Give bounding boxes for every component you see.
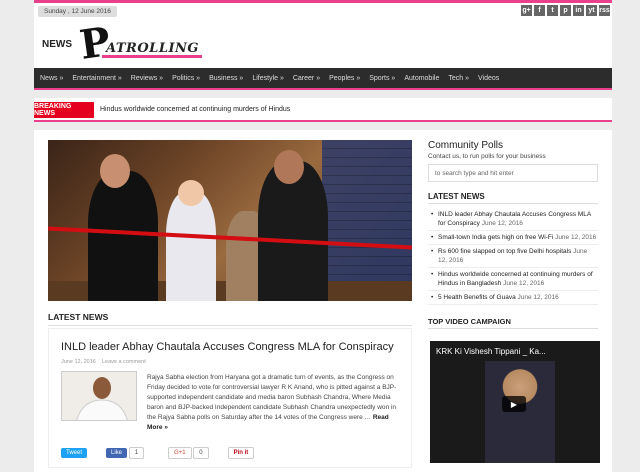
nav-item-entertainment[interactable]: Entertainment »	[72, 75, 121, 82]
hero-person-left	[88, 171, 158, 301]
youtube-icon[interactable]: yt	[586, 5, 597, 16]
rss-icon[interactable]: rss	[599, 5, 610, 16]
google-plus-group: G+1 0	[163, 447, 214, 459]
google-plus-button[interactable]: G+1	[168, 447, 192, 459]
community-polls-title: Community Polls	[428, 140, 504, 151]
sidebar-latest-heading: LATEST NEWS	[428, 192, 598, 204]
twitter-icon[interactable]: t	[547, 5, 558, 16]
hero-background-wall	[322, 140, 412, 301]
hero-face-left	[100, 154, 130, 188]
article-comment-link[interactable]: Leave a comment	[102, 359, 146, 365]
news-item-title: Small-town India gets high on free Wi-Fi	[438, 234, 554, 241]
share-bar: Tweet Like 1 G+1 0 Pin it	[61, 447, 255, 459]
breaking-news-label: BREAKING NEWS	[34, 102, 94, 118]
nav-item-sports[interactable]: Sports »	[369, 75, 395, 82]
list-item[interactable]: Small-town India gets high on free Wi-Fi…	[428, 231, 598, 245]
nav-item-lifestyle[interactable]: Lifestyle »	[252, 75, 284, 82]
search-input[interactable]: to search type and hit enter	[428, 164, 598, 182]
linkedin-icon[interactable]: in	[573, 5, 584, 16]
sidebar: Community Polls Contact us, to run polls…	[428, 140, 598, 329]
facebook-like-group: Like 1	[101, 447, 149, 459]
logo-underline	[102, 55, 202, 58]
nav-item-reviews[interactable]: Reviews »	[131, 75, 163, 82]
pinterest-icon[interactable]: p	[560, 5, 571, 16]
article-title[interactable]: INLD leader Abhay Chautala Accuses Congr…	[61, 341, 394, 353]
list-item[interactable]: INLD leader Abhay Chautala Accuses Congr…	[428, 208, 598, 231]
news-item-date: June 12, 2016	[555, 234, 597, 241]
nav-item-tech[interactable]: Tech »	[448, 75, 469, 82]
breaking-news-headline[interactable]: Hindus worldwide concerned at continuing…	[100, 106, 290, 113]
nav-item-business[interactable]: Business »	[209, 75, 243, 82]
play-icon[interactable]: ▶	[502, 396, 526, 412]
news-item-title: Rs 600 fine slapped on top five Delhi ho…	[438, 248, 572, 255]
main-content: LATEST NEWS INLD leader Abhay Chautala A…	[34, 130, 612, 472]
thumbnail-person-graphic	[62, 372, 136, 420]
main-nav: News » Entertainment » Reviews » Politic…	[34, 68, 612, 90]
site-logo[interactable]: NEWS P ATROLLING	[42, 18, 212, 69]
list-item[interactable]: 5 Health Benefits of Guava June 12, 2016	[428, 291, 598, 305]
list-item[interactable]: Rs 600 fine slapped on top five Delhi ho…	[428, 245, 598, 268]
google-plus-icon[interactable]: g+	[521, 5, 532, 16]
logo-patrolling-text: ATROLLING	[106, 41, 200, 56]
article-meta: June 12, 2016 Leave a comment	[61, 359, 146, 365]
pin-it-button[interactable]: Pin it	[227, 447, 255, 459]
video-player[interactable]: KRK Ki Vishesh Tippani _ Ka... ▶	[430, 341, 600, 463]
top-bar: Sunday , 12 June 2016 g+ f t p in yt rss	[34, 0, 612, 18]
nav-item-career[interactable]: Career »	[293, 75, 320, 82]
logo-news-text: NEWS	[42, 39, 72, 50]
news-item-date: June 12, 2016	[481, 220, 523, 227]
site-header: NEWS P ATROLLING	[34, 18, 612, 69]
list-item[interactable]: Hindus worldwide concerned at continuing…	[428, 268, 598, 291]
hero-face-child	[178, 180, 204, 206]
nav-item-peoples[interactable]: Peoples »	[329, 75, 360, 82]
article-date: June 12, 2016	[61, 359, 96, 365]
nav-item-politics[interactable]: Politics »	[172, 75, 200, 82]
video-thumbnail-person	[485, 361, 555, 463]
article-excerpt-text: Rajya Sabha election from Haryana got a …	[147, 374, 397, 421]
video-campaign-heading: TOP VIDEO CAMPAIGN	[428, 317, 598, 329]
sidebar-news-list: INLD leader Abhay Chautala Accuses Congr…	[428, 208, 598, 305]
like-button[interactable]: Like	[106, 448, 128, 458]
facebook-icon[interactable]: f	[534, 5, 545, 16]
like-count: 1	[128, 447, 145, 459]
google-plus-count: 0	[193, 447, 209, 459]
news-item-title: 5 Health Benefits of Guava	[438, 294, 516, 301]
news-item-date: June 12, 2016	[503, 280, 545, 287]
video-title[interactable]: KRK Ki Vishesh Tippani _ Ka...	[436, 347, 546, 356]
nav-item-news[interactable]: News »	[40, 75, 63, 82]
social-links: g+ f t p in yt rss	[521, 5, 610, 16]
nav-item-automobile[interactable]: Automobile	[404, 75, 439, 82]
hero-face-right	[274, 150, 304, 184]
article-excerpt: Rajya Sabha election from Haryana got a …	[147, 373, 405, 433]
hero-child	[166, 191, 216, 301]
news-item-date: June 12, 2016	[517, 294, 559, 301]
article-card: INLD leader Abhay Chautala Accuses Congr…	[48, 328, 412, 468]
latest-news-heading: LATEST NEWS	[48, 312, 412, 326]
breaking-news-bar: BREAKING NEWS Hindus worldwide concerned…	[34, 98, 612, 122]
tweet-button[interactable]: Tweet	[61, 448, 88, 458]
community-polls-subtitle: Contact us, to run polls for your busine…	[428, 153, 546, 160]
latest-news-heading-text: LATEST NEWS	[48, 312, 109, 322]
article-thumbnail[interactable]	[61, 371, 137, 421]
featured-image[interactable]	[48, 140, 412, 301]
date-label: Sunday , 12 June 2016	[38, 6, 117, 17]
nav-item-videos[interactable]: Videos	[478, 75, 499, 82]
